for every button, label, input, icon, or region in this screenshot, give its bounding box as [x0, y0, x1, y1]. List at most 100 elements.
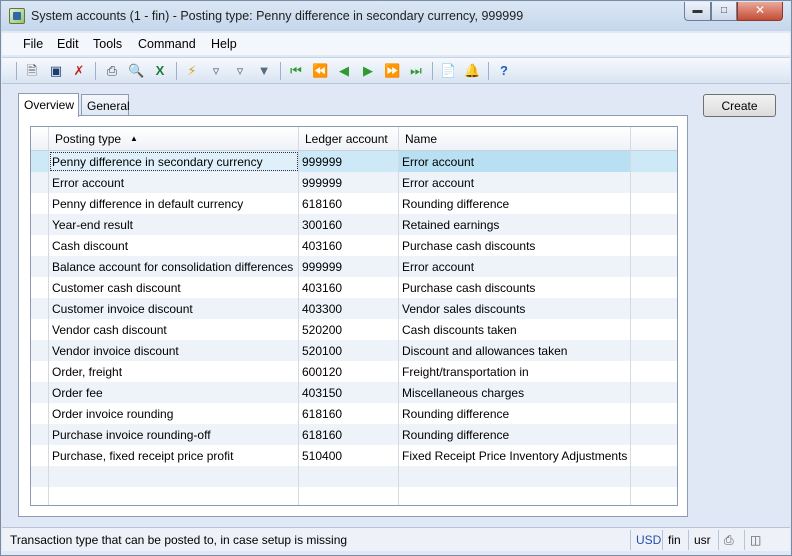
posting-type-cell[interactable]: Order fee	[49, 382, 299, 403]
posting-type-cell[interactable]: Customer cash discount	[49, 277, 299, 298]
minimize-button[interactable]: ▬	[684, 2, 711, 21]
name-cell[interactable]: Purchase cash discounts	[399, 277, 631, 298]
posting-type-cell[interactable]: Purchase, fixed receipt price profit	[49, 445, 299, 466]
posting-type-cell[interactable]: Penny difference in default currency	[49, 193, 299, 214]
next-page-icon[interactable]: ⏩	[384, 63, 400, 79]
maximize-button[interactable]: □	[711, 2, 737, 21]
posting-type-cell[interactable]: Purchase invoice rounding-off	[49, 424, 299, 445]
ledger-account-cell[interactable]: 618160	[299, 193, 399, 214]
table-row[interactable]	[31, 466, 677, 487]
row-selector[interactable]	[31, 466, 49, 487]
table-row[interactable]: Penny difference in secondary currency 99…	[31, 151, 677, 172]
filter-by-grid-icon[interactable]: ▿	[208, 63, 224, 79]
name-cell[interactable]: Fixed Receipt Price Inventory Adjustment…	[399, 445, 631, 466]
posting-type-cell[interactable]: Cash discount	[49, 235, 299, 256]
table-row[interactable]: Vendor invoice discount 520100 Discount an…	[31, 340, 677, 361]
first-record-icon[interactable]: ⏮	[288, 63, 304, 79]
ledger-account-cell[interactable]	[299, 466, 399, 487]
close-button[interactable]: ✕	[737, 2, 783, 21]
export-excel-icon[interactable]: X	[152, 63, 168, 79]
name-cell[interactable]: Rounding difference	[399, 403, 631, 424]
advanced-filter-icon[interactable]: ▿	[232, 63, 248, 79]
ledger-account-cell[interactable]: 520200	[299, 319, 399, 340]
name-cell[interactable]: Freight/transportation in	[399, 361, 631, 382]
posting-type-cell[interactable]: Order, freight	[49, 361, 299, 382]
status-currency[interactable]: USD	[630, 530, 662, 550]
table-row[interactable]: Year-end result 300160 Retained earnings	[31, 214, 677, 235]
posting-type-cell[interactable]: Balance account for consolidation differ…	[49, 256, 299, 277]
ledger-account-cell[interactable]: 403160	[299, 277, 399, 298]
status-company[interactable]: fin	[662, 530, 688, 550]
posting-type-cell[interactable]: Penny difference in secondary currency	[49, 151, 299, 172]
ledger-account-cell[interactable]: 618160	[299, 403, 399, 424]
next-record-icon[interactable]: ▶	[360, 63, 376, 79]
ledger-account-cell[interactable]	[299, 487, 399, 505]
table-row[interactable]: Vendor cash discount 520200 Cash discounts…	[31, 319, 677, 340]
row-selector[interactable]	[31, 361, 49, 382]
row-selector[interactable]	[31, 487, 49, 505]
delete-icon[interactable]: ✗	[71, 63, 87, 79]
ledger-account-cell[interactable]: 300160	[299, 214, 399, 235]
ledger-account-cell[interactable]: 600120	[299, 361, 399, 382]
table-row[interactable]: Purchase invoice rounding-off 618160 Round…	[31, 424, 677, 445]
table-row[interactable]: Customer cash discount 403160 Purchase cas…	[31, 277, 677, 298]
posting-type-cell[interactable]: Vendor invoice discount	[49, 340, 299, 361]
name-cell[interactable]: Error account	[399, 256, 631, 277]
table-row[interactable]: Cash discount 403160 Purchase cash discoun…	[31, 235, 677, 256]
column-header-name[interactable]: Name	[399, 127, 631, 151]
table-row[interactable]: Customer invoice discount 403300 Vendor sa…	[31, 298, 677, 319]
menu-command[interactable]: Command	[138, 37, 196, 51]
alerts-icon[interactable]: 🔔	[464, 63, 480, 79]
tab-general[interactable]: General	[81, 94, 130, 116]
name-cell[interactable]	[399, 466, 631, 487]
ledger-account-cell[interactable]: 403150	[299, 382, 399, 403]
posting-type-cell[interactable]	[49, 487, 299, 505]
app-icon[interactable]	[9, 8, 25, 24]
table-row[interactable]	[31, 487, 677, 505]
row-selector[interactable]	[31, 151, 49, 172]
name-cell[interactable]: Discount and allowances taken	[399, 340, 631, 361]
save-icon[interactable]: ▣	[48, 63, 64, 79]
row-selector[interactable]	[31, 424, 49, 445]
posting-type-cell[interactable]: Order invoice rounding	[49, 403, 299, 424]
row-selector[interactable]	[31, 235, 49, 256]
menu-file[interactable]: File	[23, 37, 43, 51]
name-cell[interactable]: Error account	[399, 172, 631, 193]
tab-overview[interactable]: Overview	[18, 93, 79, 117]
row-selector[interactable]	[31, 403, 49, 424]
remove-filter-icon[interactable]: ▼	[256, 63, 272, 79]
database-icon[interactable]: ◫	[744, 530, 770, 550]
print-queue-icon[interactable]: ⎙	[718, 530, 744, 550]
new-icon[interactable]: 🗎	[24, 63, 40, 79]
table-row[interactable]: Order fee 403150 Miscellaneous charges	[31, 382, 677, 403]
name-cell[interactable]: Error account	[399, 151, 631, 172]
row-selector[interactable]	[31, 277, 49, 298]
name-cell[interactable]: Miscellaneous charges	[399, 382, 631, 403]
posting-type-cell[interactable]: Year-end result	[49, 214, 299, 235]
attachments-icon[interactable]: 📄	[440, 63, 456, 79]
posting-type-cell[interactable]: Vendor cash discount	[49, 319, 299, 340]
row-selector[interactable]	[31, 319, 49, 340]
table-row[interactable]: Error account 999999 Error account	[31, 172, 677, 193]
table-row[interactable]: Order invoice rounding 618160 Rounding dif…	[31, 403, 677, 424]
name-cell[interactable]: Rounding difference	[399, 424, 631, 445]
row-selector[interactable]	[31, 193, 49, 214]
ledger-account-cell[interactable]: 403160	[299, 235, 399, 256]
name-cell[interactable]	[399, 487, 631, 505]
row-selector[interactable]	[31, 382, 49, 403]
table-row[interactable]: Order, freight 600120 Freight/transportati…	[31, 361, 677, 382]
table-row[interactable]: Penny difference in default currency 6181…	[31, 193, 677, 214]
row-selector[interactable]	[31, 445, 49, 466]
row-selector[interactable]	[31, 256, 49, 277]
name-cell[interactable]: Cash discounts taken	[399, 319, 631, 340]
filter-by-selection-icon[interactable]: ⚡	[184, 63, 200, 79]
row-selector[interactable]	[31, 214, 49, 235]
column-header-ledger-account[interactable]: Ledger account	[299, 127, 399, 151]
ledger-account-cell[interactable]: 403300	[299, 298, 399, 319]
posting-type-cell[interactable]: Customer invoice discount	[49, 298, 299, 319]
column-header-posting-type[interactable]: Posting type ▲	[49, 127, 299, 151]
row-selector[interactable]	[31, 172, 49, 193]
help-icon[interactable]: ?	[496, 63, 512, 79]
table-row[interactable]: Balance account for consolidation differ…	[31, 256, 677, 277]
posting-type-cell[interactable]: Error account	[49, 172, 299, 193]
